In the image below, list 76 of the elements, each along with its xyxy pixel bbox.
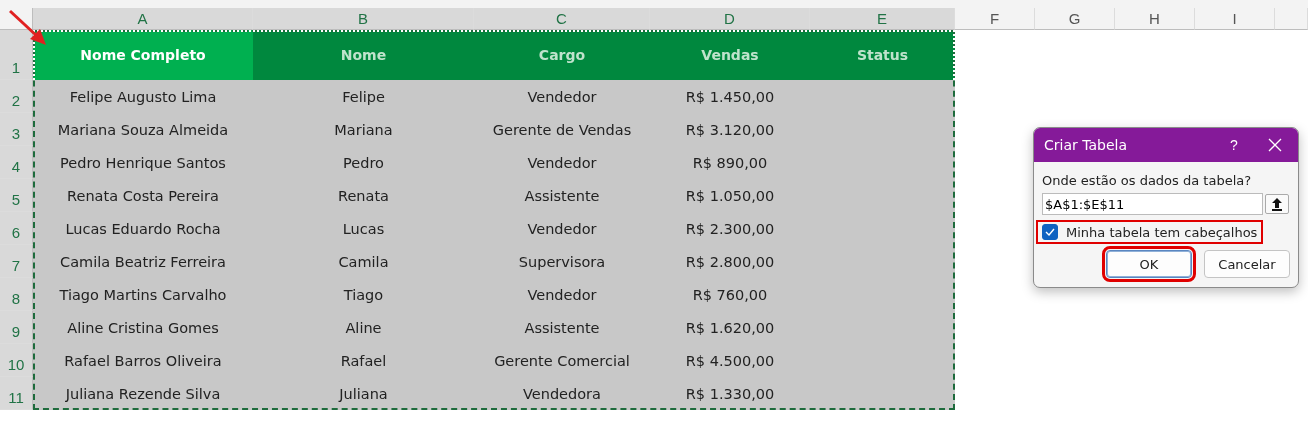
table-cell: R$ 1.620,00 xyxy=(650,311,810,344)
table-cell: Rafael xyxy=(253,344,474,377)
header-cell: Nome Completo xyxy=(33,30,253,80)
row-header[interactable]: 8 xyxy=(0,278,33,311)
table-cell: Mariana Souza Almeida xyxy=(33,113,253,146)
help-button[interactable]: ? xyxy=(1216,137,1252,153)
table-cell: R$ 4.500,00 xyxy=(650,344,810,377)
table-cell: Camila xyxy=(253,245,474,278)
table-cell: Lucas xyxy=(253,212,474,245)
header-cell: Nome xyxy=(253,30,474,80)
table-cell: Assistente xyxy=(474,179,650,212)
table-cell: Tiago Martins Carvalho xyxy=(33,278,253,311)
row-header[interactable]: 11 xyxy=(0,377,33,410)
table-cell: Vendedor xyxy=(474,80,650,113)
pointer-arrow xyxy=(8,9,48,47)
row-header[interactable]: 9 xyxy=(0,311,33,344)
table-cell: Mariana xyxy=(253,113,474,146)
table-cell: Juliana xyxy=(253,377,474,410)
table-cell: R$ 760,00 xyxy=(650,278,810,311)
table-cell: R$ 2.300,00 xyxy=(650,212,810,245)
dialog-button[interactable]: Cancelar xyxy=(1204,250,1290,278)
table-cell: Felipe xyxy=(253,80,474,113)
table-cell: R$ 2.800,00 xyxy=(650,245,810,278)
table-cell: Vendedora xyxy=(474,377,650,410)
table-cell: Gerente Comercial xyxy=(474,344,650,377)
column-header[interactable]: F xyxy=(955,8,1035,30)
table-cell: Vendedor xyxy=(474,212,650,245)
row-header[interactable]: 2 xyxy=(0,80,33,113)
table-cell: Aline xyxy=(253,311,474,344)
table-cell: Juliana Rezende Silva xyxy=(33,377,253,410)
row-header[interactable]: 4 xyxy=(0,146,33,179)
column-header[interactable]: D xyxy=(650,8,810,30)
table-cell: Aline Cristina Gomes xyxy=(33,311,253,344)
column-header[interactable]: E xyxy=(810,8,955,30)
table-cell: R$ 1.450,00 xyxy=(650,80,810,113)
checkbox[interactable] xyxy=(1042,224,1058,240)
range-field[interactable]: $A$1:$E$11 xyxy=(1042,193,1263,215)
row-header[interactable]: 3 xyxy=(0,113,33,146)
column-header[interactable]: C xyxy=(474,8,650,30)
row-header[interactable]: 5 xyxy=(0,179,33,212)
table-cell: Gerente de Vendas xyxy=(474,113,650,146)
row-header[interactable]: 7 xyxy=(0,245,33,278)
table-cell: Lucas Eduardo Rocha xyxy=(33,212,253,245)
column-header[interactable]: H xyxy=(1115,8,1195,30)
table-cell: Rafael Barros Oliveira xyxy=(33,344,253,377)
header-cell: Cargo xyxy=(474,30,650,80)
table-cell: Tiago xyxy=(253,278,474,311)
header-cell: Status xyxy=(810,30,955,80)
table-cell: Camila Beatriz Ferreira xyxy=(33,245,253,278)
row-header[interactable]: 10 xyxy=(0,344,33,377)
column-header[interactable]: A xyxy=(33,8,253,30)
dialog-title: Criar Tabela xyxy=(1044,137,1128,153)
table-cell: R$ 890,00 xyxy=(650,146,810,179)
table-cell: Assistente xyxy=(474,311,650,344)
row-header[interactable]: 6 xyxy=(0,212,33,245)
upload-arrow-icon xyxy=(1271,197,1283,211)
table-cell: R$ 1.330,00 xyxy=(650,377,810,410)
column-header[interactable]: B xyxy=(253,8,474,30)
table-cell: Vendedor xyxy=(474,278,650,311)
prompt-label: Onde estão os dados da tabela? xyxy=(1042,173,1253,188)
collapse-button[interactable] xyxy=(1265,194,1289,214)
table-cell: Pedro xyxy=(253,146,474,179)
table-cell: R$ 1.050,00 xyxy=(650,179,810,212)
table-cell: Pedro Henrique Santos xyxy=(33,146,253,179)
close-icon xyxy=(1268,138,1282,152)
table-cell: Supervisora xyxy=(474,245,650,278)
table-cell: R$ 3.120,00 xyxy=(650,113,810,146)
header-cell: Vendas xyxy=(650,30,810,80)
table-cell: Felipe Augusto Lima xyxy=(33,80,253,113)
row-header[interactable]: 1 xyxy=(0,30,33,80)
table-cell: Renata Costa Pereira xyxy=(33,179,253,212)
table-cell: Vendedor xyxy=(474,146,650,179)
check-icon xyxy=(1045,228,1055,236)
column-header[interactable]: G xyxy=(1035,8,1115,30)
column-header[interactable]: I xyxy=(1195,8,1275,30)
table-cell: Renata xyxy=(253,179,474,212)
